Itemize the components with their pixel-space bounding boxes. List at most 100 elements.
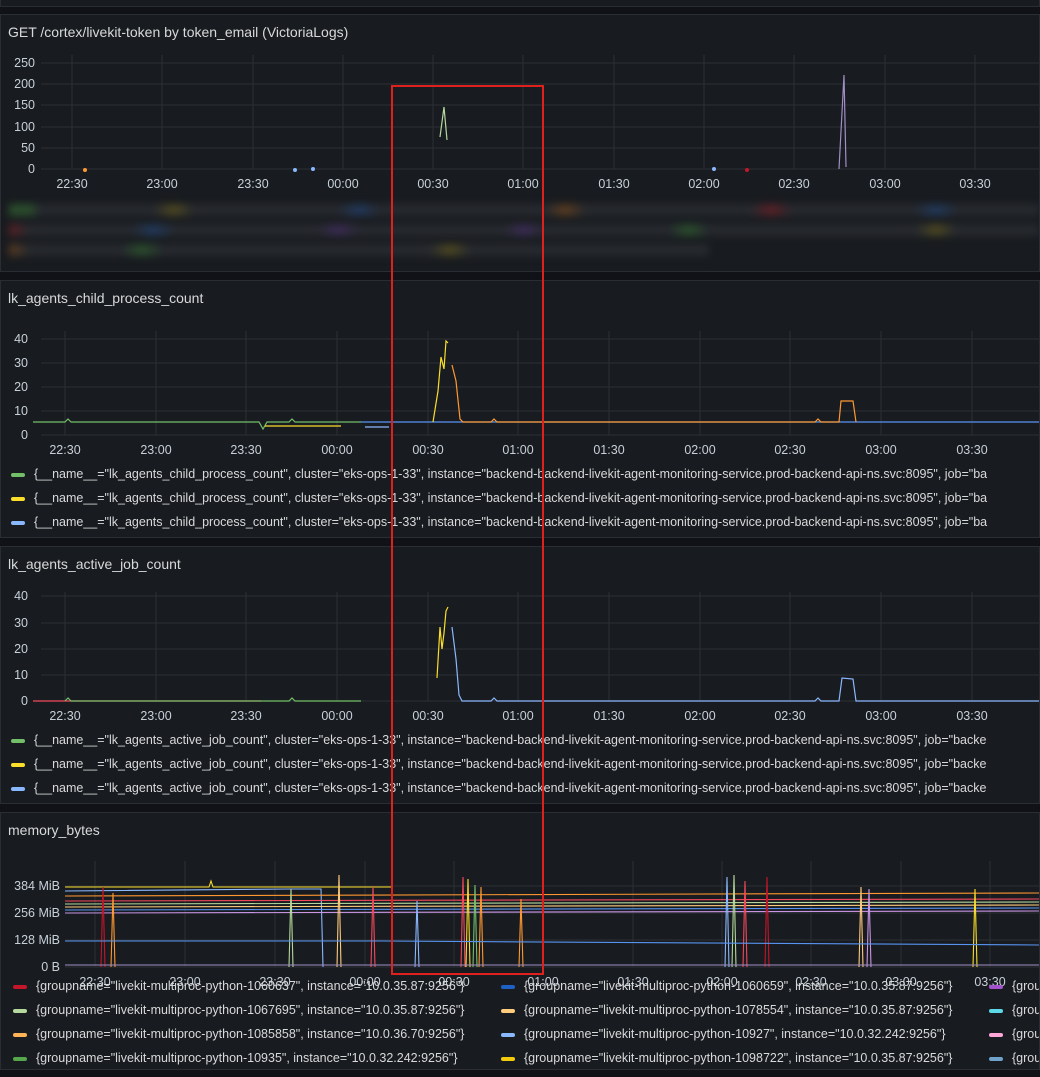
panel-title[interactable]: lk_agents_active_job_count	[8, 556, 181, 572]
series-line-blue	[451, 626, 1039, 702]
series-line	[100, 886, 106, 968]
legend-item[interactable]: {__name__="lk_agents_active_job_count", …	[11, 752, 986, 776]
legend-swatch	[11, 786, 25, 791]
x-tick: 00:00	[321, 443, 352, 457]
y-tick: 0	[21, 694, 28, 708]
legend-label: {grou	[1012, 1003, 1040, 1017]
series-point	[712, 167, 716, 171]
panel-title[interactable]: GET /cortex/livekit-token by token_email…	[8, 24, 348, 40]
y-tick: 384 MiB	[14, 879, 60, 893]
x-tick: 23:00	[140, 443, 171, 457]
series-line	[724, 876, 730, 968]
x-tick: 00:30	[412, 443, 443, 457]
legend-swatch	[13, 1032, 27, 1037]
legend-item[interactable]: {groupname="livekit-multiproc-python-109…	[501, 1051, 952, 1065]
x-tick: 00:00	[321, 709, 352, 723]
x-tick: 01:00	[502, 709, 533, 723]
legend-item[interactable]: {groupname="livekit-multiproc-python-106…	[13, 979, 464, 993]
series-point	[83, 168, 87, 172]
legend-item[interactable]: {groupname="livekit-multiproc-python-108…	[13, 1027, 464, 1041]
x-tick: 23:00	[146, 177, 177, 191]
y-tick: 0	[28, 162, 35, 176]
x-tick: 23:30	[237, 177, 268, 191]
legend-swatch	[501, 984, 515, 989]
legend-item[interactable]: {groupname="livekit-multiproc-python-109…	[501, 1027, 946, 1041]
legend-label: {grou	[1012, 1027, 1040, 1041]
legend-item[interactable]: {groupname="livekit-multiproc-python-106…	[501, 979, 952, 993]
series-line-yellow-spike	[432, 339, 449, 423]
legend-swatch	[11, 520, 25, 525]
series-line	[370, 886, 376, 968]
legend-item[interactable]: {grou	[989, 1003, 1040, 1017]
y-tick: 10	[14, 404, 28, 418]
panel-title[interactable]: lk_agents_child_process_count	[8, 290, 203, 306]
y-tick: 30	[14, 616, 28, 630]
series-line	[414, 900, 420, 968]
legend-item[interactable]: {__name__="lk_agents_active_job_count", …	[11, 776, 986, 800]
y-tick: 250	[14, 56, 35, 70]
series-line	[465, 878, 471, 968]
legend-label: {__name__="lk_agents_child_process_count…	[34, 467, 988, 481]
panel-child-process-count[interactable]: lk_agents_child_process_count 40 30 20 1…	[0, 280, 1040, 538]
legend-item[interactable]: {groupname="livekit-multiproc-python-106…	[13, 1003, 464, 1017]
legend-swatch	[989, 1032, 1003, 1037]
x-tick: 02:00	[688, 177, 719, 191]
legend-swatch	[501, 1008, 515, 1013]
series-line	[64, 907, 1039, 911]
x-tick: 01:00	[507, 177, 538, 191]
legend-label: {__name__="lk_agents_child_process_count…	[34, 491, 988, 505]
x-tick: 01:30	[593, 443, 624, 457]
x-tick: 01:30	[593, 709, 624, 723]
x-tick: 03:00	[869, 177, 900, 191]
top-panel-edge	[0, 0, 1040, 7]
panel-token-requests[interactable]: GET /cortex/livekit-token by token_email…	[0, 14, 1040, 272]
legend-swatch	[989, 1056, 1003, 1061]
y-tick: 40	[14, 589, 28, 603]
series-line	[64, 892, 1039, 897]
x-tick: 00:30	[417, 177, 448, 191]
series-line	[764, 876, 770, 968]
legend-item[interactable]: {__name__="lk_agents_child_process_count…	[11, 510, 987, 534]
x-tick: 02:30	[778, 177, 809, 191]
legend-swatch	[13, 1056, 27, 1061]
y-tick: 256 MiB	[14, 906, 60, 920]
legend-item[interactable]: {grou	[989, 979, 1039, 993]
x-tick: 00:00	[327, 177, 358, 191]
x-tick: 02:30	[774, 709, 805, 723]
legend-label: {groupname="livekit-multiproc-python-109…	[524, 1027, 946, 1041]
legend-item[interactable]: {grou	[989, 1051, 1039, 1065]
y-tick: 150	[14, 98, 35, 112]
legend-label: {groupname="livekit-multiproc-python-109…	[524, 1051, 953, 1065]
legend-label: {__name__="lk_agents_child_process_count…	[34, 515, 988, 529]
series-line	[972, 888, 978, 968]
legend-label: {groupname="livekit-multiproc-python-106…	[524, 979, 953, 993]
x-tick: 02:00	[684, 709, 715, 723]
panel-active-job-count[interactable]: lk_agents_active_job_count 40 30 20 10 0…	[0, 546, 1040, 804]
x-tick: 22:30	[56, 177, 87, 191]
y-tick: 100	[14, 120, 35, 134]
legend: {__name__="lk_agents_child_process_count…	[11, 462, 987, 534]
x-tick: 23:30	[230, 443, 261, 457]
legend-item[interactable]: {groupname="livekit-multiproc-python-109…	[13, 1051, 458, 1065]
legend-item[interactable]: {__name__="lk_agents_child_process_count…	[11, 486, 987, 510]
y-tick: 10	[14, 668, 28, 682]
legend-redacted	[9, 200, 1039, 260]
legend-swatch	[13, 984, 27, 989]
legend-label: {groupname="livekit-multiproc-python-109…	[36, 1051, 458, 1065]
legend-item[interactable]: {groupname="livekit-multiproc-python-107…	[501, 1003, 952, 1017]
legend-item[interactable]: {__name__="lk_agents_child_process_count…	[11, 462, 987, 486]
x-tick: 22:30	[49, 709, 80, 723]
legend-swatch	[501, 1032, 515, 1037]
legend-item[interactable]: {__name__="lk_agents_active_job_count", …	[11, 728, 986, 752]
legend-item[interactable]: {grou	[989, 1027, 1040, 1041]
x-tick: 22:30	[49, 443, 80, 457]
legend-label: {__name__="lk_agents_active_job_count", …	[34, 757, 987, 771]
legend: {groupname="livekit-multiproc-python-106…	[1, 979, 1040, 1069]
series-line	[64, 901, 1039, 905]
panel-memory-bytes[interactable]: memory_bytes 384 MiB 256 MiB 128 MiB 0 B…	[0, 812, 1040, 1070]
series-line	[472, 884, 478, 968]
series-point	[293, 168, 297, 172]
legend-swatch	[501, 1056, 515, 1061]
panel-title[interactable]: memory_bytes	[8, 822, 100, 838]
y-tick: 20	[14, 642, 28, 656]
